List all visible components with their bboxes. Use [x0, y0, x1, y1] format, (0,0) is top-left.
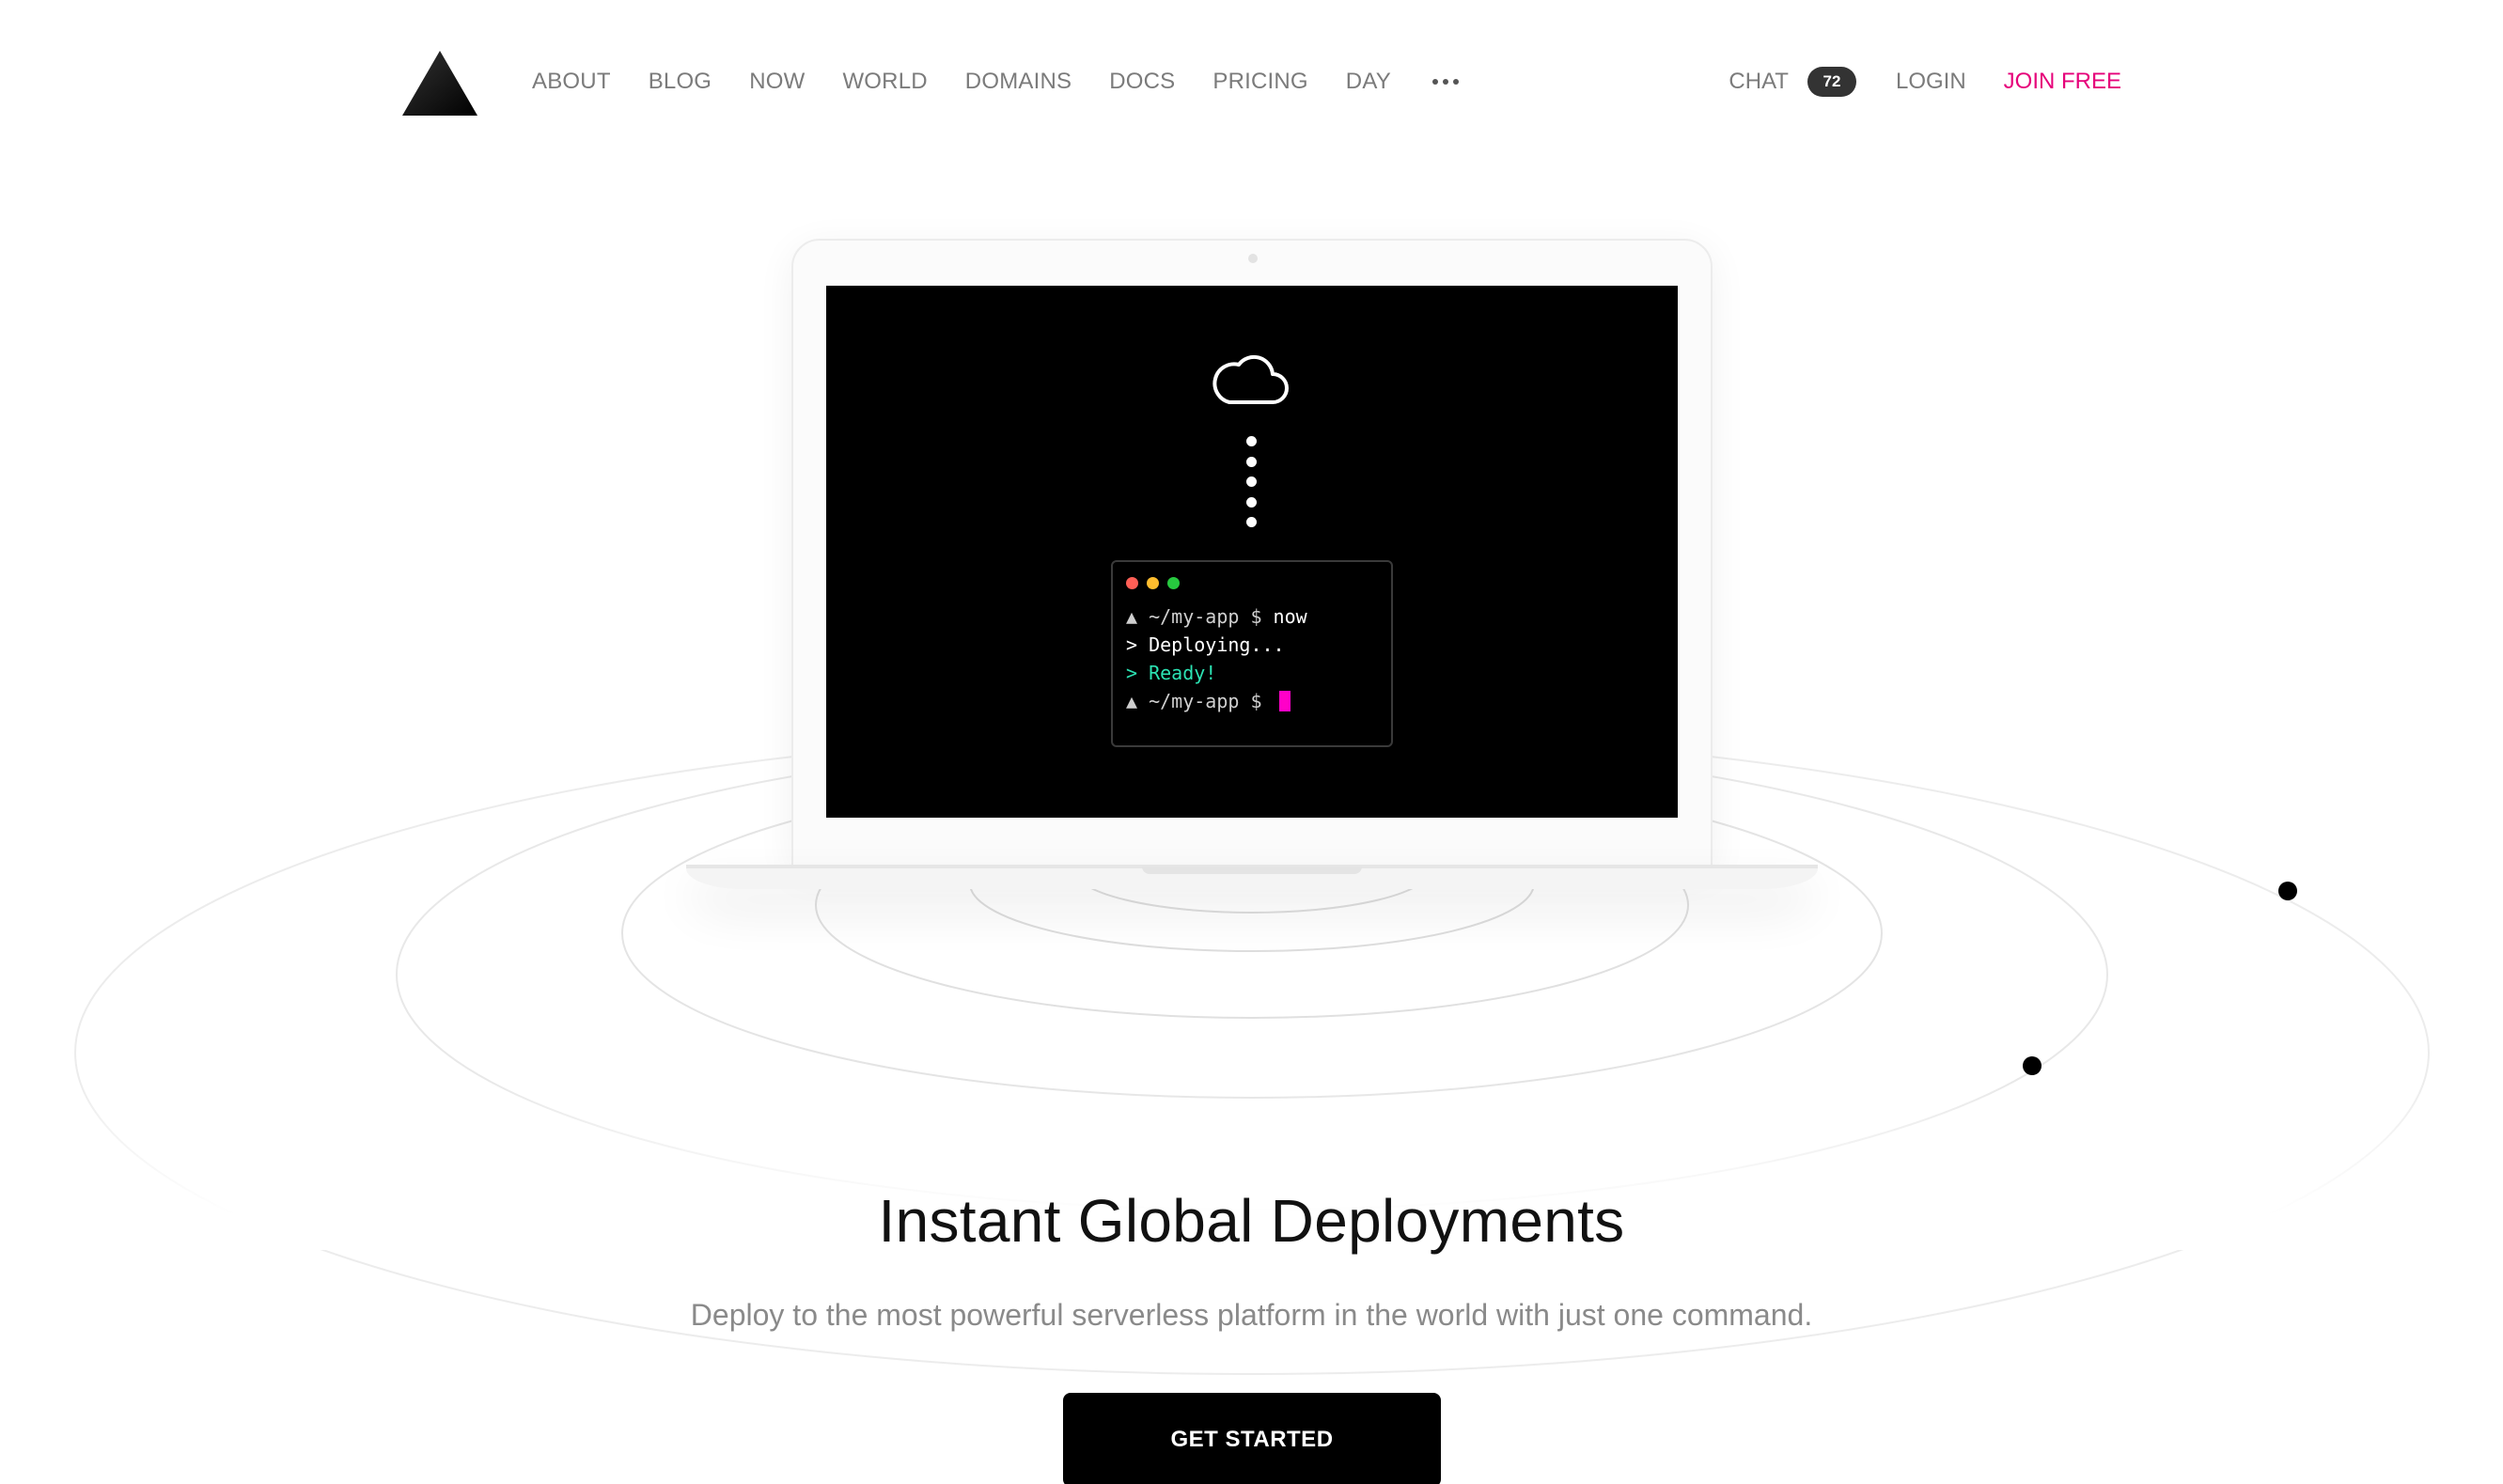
upload-dots: [1246, 436, 1258, 536]
top-nav: ABOUT BLOG NOW WORLD DOMAINS DOCS PRICIN…: [0, 0, 2503, 164]
cloud-icon: [1212, 354, 1289, 404]
terminal-prompt: ▲ ~/my-app $: [1126, 605, 1274, 628]
laptop-camera: [1248, 254, 1258, 263]
nav-right: CHAT 72 LOGIN JOIN FREE: [1729, 66, 2121, 98]
hero-subline: Deploy to the most powerful serverless p…: [690, 1298, 1813, 1332]
logo-triangle-icon[interactable]: [402, 51, 477, 116]
get-started-button[interactable]: GET STARTED: [1063, 1393, 1441, 1484]
nav-link-world[interactable]: WORLD: [842, 66, 927, 98]
nav-link-about[interactable]: ABOUT: [532, 66, 611, 98]
maximize-light-icon: [1167, 577, 1180, 589]
login-link[interactable]: LOGIN: [1896, 66, 1966, 98]
ellipsis-icon[interactable]: [1431, 66, 1459, 98]
orbit-dot: [2023, 1056, 2042, 1075]
hero-headline: Instant Global Deployments: [878, 1187, 1625, 1255]
terminal-line: ▲ ~/my-app $ now: [1126, 602, 1307, 631]
nav-links: ABOUT BLOG NOW WORLD DOMAINS DOCS PRICIN…: [532, 66, 1459, 98]
orbit-dot: [2278, 882, 2297, 900]
terminal-cursor: [1278, 691, 1291, 711]
landing-page: ABOUT BLOG NOW WORLD DOMAINS DOCS PRICIN…: [0, 0, 2503, 1484]
terminal-line: ▲ ~/my-app $: [1126, 687, 1307, 715]
terminal-window: ▲ ~/my-app $ now > Deploying... > Ready!…: [1111, 560, 1393, 747]
chat-link[interactable]: CHAT: [1729, 66, 1789, 98]
nav-link-docs[interactable]: DOCS: [1109, 66, 1175, 98]
close-light-icon: [1126, 577, 1138, 589]
nav-link-day[interactable]: DAY: [1346, 66, 1391, 98]
window-controls: [1126, 577, 1180, 589]
nav-link-domains[interactable]: DOMAINS: [965, 66, 1072, 98]
terminal-prompt: ▲ ~/my-app $: [1126, 690, 1274, 712]
terminal-line: > Ready!: [1126, 662, 1217, 684]
terminal-command: now: [1273, 605, 1307, 628]
join-free-link[interactable]: JOIN FREE: [2004, 66, 2121, 98]
terminal-output: ▲ ~/my-app $ now > Deploying... > Ready!…: [1126, 602, 1307, 715]
terminal-line: > Deploying...: [1126, 633, 1285, 656]
nav-link-now[interactable]: NOW: [749, 66, 805, 98]
laptop-notch: [1142, 867, 1362, 874]
minimize-light-icon: [1147, 577, 1159, 589]
nav-link-pricing[interactable]: PRICING: [1212, 66, 1307, 98]
nav-link-blog[interactable]: BLOG: [649, 66, 712, 98]
chat-count-badge: 72: [1807, 67, 1856, 97]
